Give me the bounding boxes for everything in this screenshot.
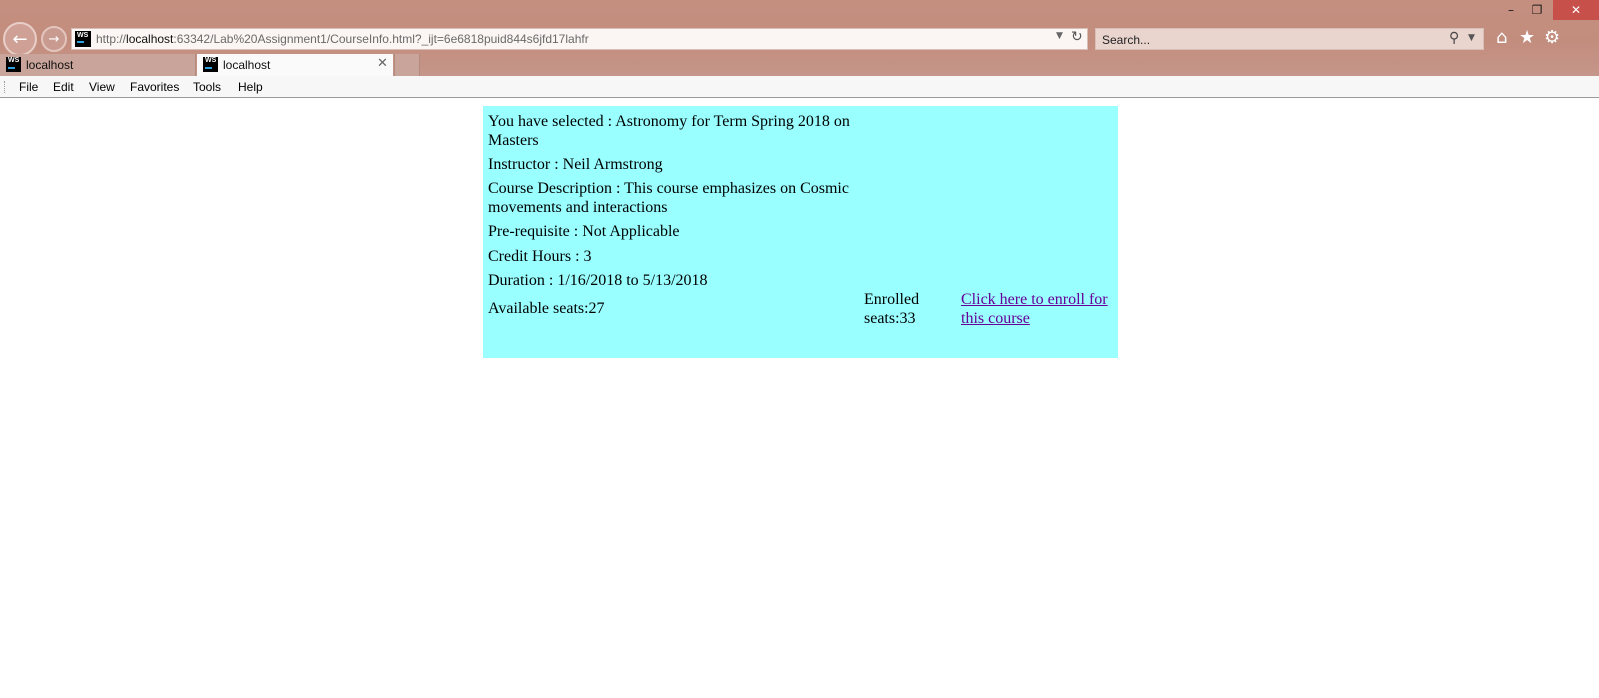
menu-favorites[interactable]: Favorites — [130, 80, 179, 94]
forward-button[interactable]: → — [41, 26, 67, 52]
menu-file[interactable]: File — [19, 80, 38, 94]
site-favicon-icon: WS — [6, 57, 21, 72]
tab-label: localhost — [223, 58, 271, 72]
selected-course-text: You have selected : Astronomy for Term S… — [488, 113, 850, 149]
restore-button[interactable]: ❐ — [1524, 0, 1550, 20]
url-text[interactable]: http://localhost:63342/Lab%20Assignment1… — [96, 32, 589, 46]
course-description-text: Course Description : This course emphasi… — [488, 180, 849, 216]
instructor-text: Instructor : Neil Armstrong — [488, 156, 663, 173]
duration-text: Duration : 1/16/2018 to 5/13/2018 — [488, 272, 708, 289]
tab-label: localhost — [26, 58, 74, 72]
refresh-icon[interactable]: ↻ — [1071, 29, 1083, 45]
star-icon[interactable]: ★ — [1519, 27, 1535, 48]
enroll-link[interactable]: Click here to enroll for this course — [961, 290, 1118, 328]
close-window-button[interactable]: ✕ — [1553, 0, 1599, 20]
tab-localhost-1[interactable]: WS localhost — [0, 54, 196, 76]
gear-icon[interactable]: ⚙ — [1544, 27, 1560, 48]
address-bar[interactable]: WS http://localhost:63342/Lab%20Assignme… — [71, 28, 1088, 50]
chevron-down-icon[interactable]: ▼ — [1056, 31, 1063, 41]
url-path: :63342/Lab%20Assignment1/CourseInfo.html… — [173, 32, 589, 46]
search-dropdown-icon[interactable]: ▼ — [1468, 33, 1475, 43]
menu-bar: File Edit View Favorites Tools Help — [0, 76, 1599, 98]
back-button[interactable]: ← — [3, 22, 37, 56]
menu-grip — [4, 81, 6, 93]
url-host: localhost — [126, 32, 174, 46]
forward-arrow-icon: → — [48, 31, 60, 47]
course-info-panel: You have selected : Astronomy for Term S… — [483, 106, 1118, 358]
search-input[interactable]: Search... — [1102, 33, 1150, 47]
minimize-button[interactable]: – — [1498, 0, 1524, 20]
back-arrow-icon: ← — [12, 28, 28, 50]
site-favicon-icon: WS — [75, 31, 91, 47]
tab-localhost-2[interactable]: WS localhost ✕ — [197, 54, 393, 76]
menu-view[interactable]: View — [89, 80, 115, 94]
close-tab-icon[interactable]: ✕ — [377, 56, 388, 71]
prerequisite-text: Pre-requisite : Not Applicable — [488, 223, 680, 240]
url-prefix: http:// — [96, 32, 127, 46]
home-icon[interactable]: ⌂ — [1496, 27, 1507, 48]
new-tab-button[interactable] — [394, 54, 420, 76]
search-icon[interactable]: ⚲ — [1449, 30, 1459, 46]
available-seats-text: Available seats:27 — [488, 300, 605, 317]
menu-edit[interactable]: Edit — [53, 80, 74, 94]
site-favicon-icon: WS — [203, 57, 218, 72]
browser-chrome: – ❐ ✕ ← → WS http://localhost:63342/Lab%… — [0, 0, 1599, 76]
enrolled-seats-text: Enrolled seats:33 — [864, 291, 920, 327]
credit-hours-text: Credit Hours : 3 — [488, 248, 592, 265]
search-box[interactable]: Search... ⚲ ▼ — [1095, 28, 1484, 50]
menu-help[interactable]: Help — [238, 80, 263, 94]
menu-tools[interactable]: Tools — [193, 80, 221, 94]
